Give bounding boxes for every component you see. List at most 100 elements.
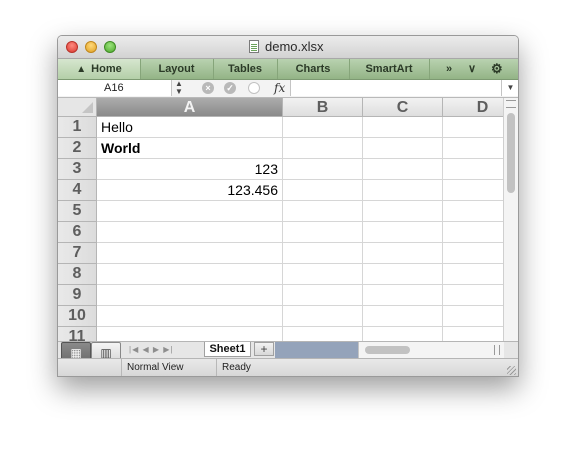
- row-header-11[interactable]: 11: [58, 327, 97, 341]
- cell-a3[interactable]: 123: [97, 159, 283, 180]
- confirm-entry-icon[interactable]: ✓: [224, 82, 236, 94]
- formula-expand-icon[interactable]: ▼: [501, 80, 518, 96]
- window-title: demo.xlsx: [265, 39, 324, 54]
- cell-d11[interactable]: [443, 327, 503, 341]
- row-header-2[interactable]: 2: [58, 138, 97, 159]
- cell-d4[interactable]: [443, 180, 503, 201]
- excel-window: demo.xlsx ▲ Home Layout Tables Charts Sma…: [57, 35, 519, 377]
- cell-c2[interactable]: [363, 138, 443, 159]
- row-header-10[interactable]: 10: [58, 306, 97, 327]
- cell-a7[interactable]: [97, 243, 283, 264]
- row-header-8[interactable]: 8: [58, 264, 97, 285]
- house-icon: ▲: [76, 64, 87, 75]
- cell-b6[interactable]: [283, 222, 363, 243]
- formula-input[interactable]: [290, 80, 501, 96]
- cell-a6[interactable]: [97, 222, 283, 243]
- select-all-corner[interactable]: [58, 98, 97, 117]
- cell-b5[interactable]: [283, 201, 363, 222]
- horizontal-split-handle-icon[interactable]: [494, 345, 500, 355]
- ribbon-collapse-icon[interactable]: ∨: [468, 59, 476, 79]
- column-header-c[interactable]: C: [363, 98, 443, 117]
- sheet-grid[interactable]: ABCD 1 2 3 4 5 6 7 8 9 10 11 Hello World 123 123.456: [58, 98, 503, 341]
- row-header-1[interactable]: 1: [58, 117, 97, 138]
- cell-c4[interactable]: [363, 180, 443, 201]
- row-header-3[interactable]: 3: [58, 159, 97, 180]
- resize-grip-icon[interactable]: [507, 366, 516, 375]
- status-view: Normal View: [121, 359, 219, 376]
- minimize-button[interactable]: [85, 41, 97, 53]
- cell-b9[interactable]: [283, 285, 363, 306]
- vertical-scroll-thumb[interactable]: [507, 113, 515, 193]
- cell-c10[interactable]: [363, 306, 443, 327]
- sheet-tabs-bar: ▦ ▥ |◀ ◀ ▶ ▶| Sheet1 +: [58, 341, 518, 364]
- name-box-stepper-icon[interactable]: ▲ ▼: [172, 80, 186, 96]
- ribbon-overflow-icon[interactable]: »: [446, 59, 452, 79]
- cell-b3[interactable]: [283, 159, 363, 180]
- cell-d3[interactable]: [443, 159, 503, 180]
- sheet-tab-sheet1[interactable]: Sheet1: [204, 342, 251, 357]
- cell-a9[interactable]: [97, 285, 283, 306]
- tab-tables[interactable]: Tables: [213, 59, 278, 79]
- cell-d2[interactable]: [443, 138, 503, 159]
- row-header-7[interactable]: 7: [58, 243, 97, 264]
- gear-icon[interactable]: ⚙: [491, 59, 503, 79]
- add-sheet-button[interactable]: +: [254, 342, 274, 356]
- insert-function-icon[interactable]: fx: [274, 80, 285, 96]
- cell-d9[interactable]: [443, 285, 503, 306]
- cell-d7[interactable]: [443, 243, 503, 264]
- cell-a1[interactable]: Hello: [97, 117, 283, 138]
- cell-c3[interactable]: [363, 159, 443, 180]
- cell-d6[interactable]: [443, 222, 503, 243]
- ribbon-tabs: ▲ Home Layout Tables Charts SmartArt » ∨ …: [58, 59, 518, 80]
- cell-c9[interactable]: [363, 285, 443, 306]
- cell-d1[interactable]: [443, 117, 503, 138]
- cell-d5[interactable]: [443, 201, 503, 222]
- tab-home[interactable]: ▲ Home: [58, 59, 141, 79]
- cell-b1[interactable]: [283, 117, 363, 138]
- tab-charts[interactable]: Charts: [277, 59, 350, 79]
- cell-a10[interactable]: [97, 306, 283, 327]
- cell-c1[interactable]: [363, 117, 443, 138]
- row-header-6[interactable]: 6: [58, 222, 97, 243]
- cell-a11[interactable]: [97, 327, 283, 341]
- cell-c7[interactable]: [363, 243, 443, 264]
- column-header-b[interactable]: B: [283, 98, 363, 117]
- cell-a2[interactable]: World: [97, 138, 283, 159]
- row-header-4[interactable]: 4: [58, 180, 97, 201]
- formula-bar: A16 ▲ ▼ × ✓ fx ▼: [58, 80, 518, 98]
- cell-b2[interactable]: [283, 138, 363, 159]
- horizontal-scrollbar[interactable]: [358, 342, 504, 358]
- cell-d10[interactable]: [443, 306, 503, 327]
- split-handle-icon[interactable]: [506, 100, 516, 108]
- cell-b7[interactable]: [283, 243, 363, 264]
- zoom-button[interactable]: [104, 41, 116, 53]
- cancel-entry-icon[interactable]: ×: [202, 82, 214, 94]
- tab-layout[interactable]: Layout: [140, 59, 214, 79]
- vertical-scrollbar[interactable]: [503, 98, 518, 341]
- cell-c5[interactable]: [363, 201, 443, 222]
- cell-a5[interactable]: [97, 201, 283, 222]
- tab-smartart[interactable]: SmartArt: [349, 59, 430, 79]
- cell-a8[interactable]: [97, 264, 283, 285]
- cell-c11[interactable]: [363, 327, 443, 341]
- function-wizard-toggle-icon[interactable]: [248, 82, 260, 94]
- cell-d8[interactable]: [443, 264, 503, 285]
- status-bar: Normal View Ready: [58, 358, 518, 376]
- sheet-navigation-arrows-icon[interactable]: |◀ ◀ ▶ ▶|: [129, 343, 173, 356]
- cell-a4[interactable]: 123.456: [97, 180, 283, 201]
- row-header-9[interactable]: 9: [58, 285, 97, 306]
- tab-home-label: Home: [91, 63, 122, 75]
- column-header-a[interactable]: A: [97, 98, 283, 117]
- cell-b10[interactable]: [283, 306, 363, 327]
- horizontal-scroll-thumb[interactable]: [365, 346, 410, 354]
- cell-b8[interactable]: [283, 264, 363, 285]
- status-ready: Ready: [216, 359, 342, 376]
- name-box[interactable]: A16: [58, 80, 172, 96]
- row-header-5[interactable]: 5: [58, 201, 97, 222]
- cell-c8[interactable]: [363, 264, 443, 285]
- cell-b4[interactable]: [283, 180, 363, 201]
- close-button[interactable]: [66, 41, 78, 53]
- cell-c6[interactable]: [363, 222, 443, 243]
- column-header-d[interactable]: D: [443, 98, 503, 117]
- cell-b11[interactable]: [283, 327, 363, 341]
